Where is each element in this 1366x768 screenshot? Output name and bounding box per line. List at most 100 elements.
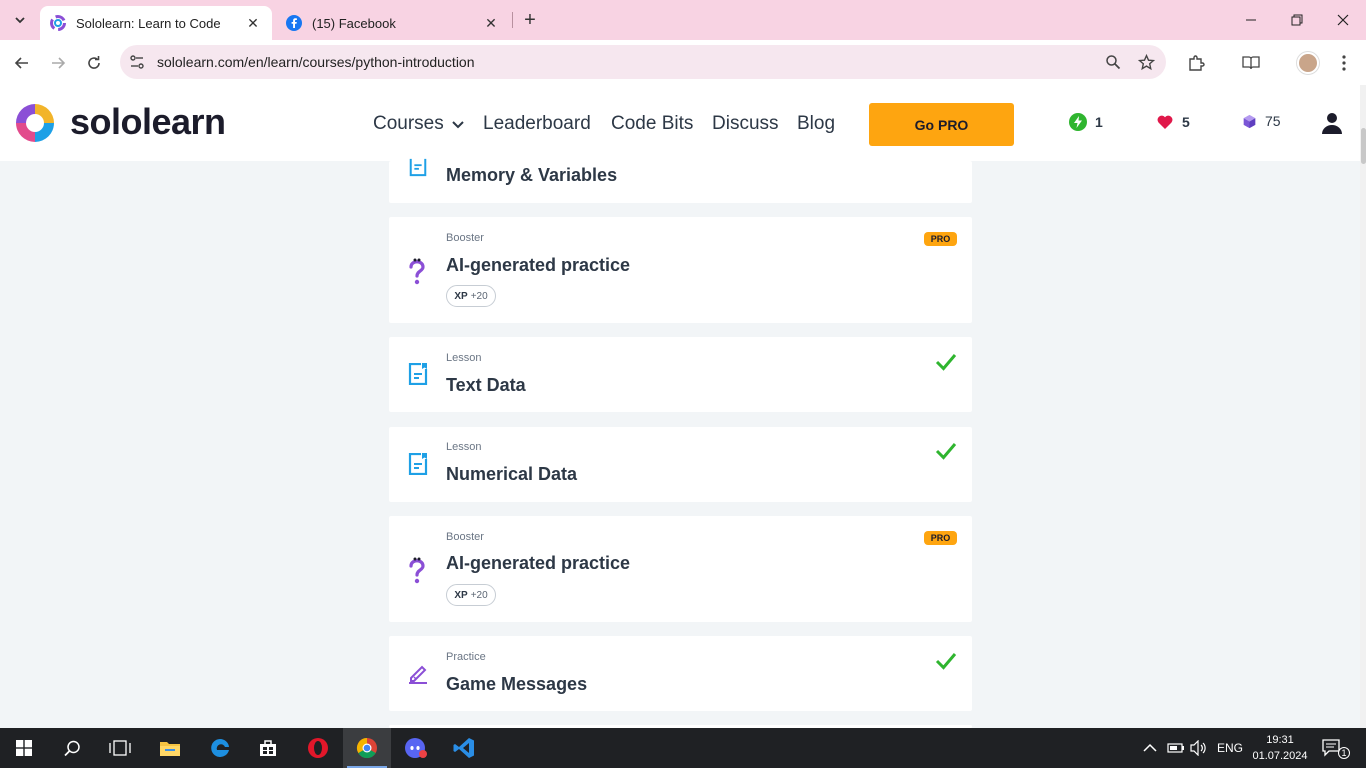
new-tab-button[interactable]: + [518,8,542,32]
search-icon [63,740,80,756]
restore-button[interactable] [1274,0,1320,40]
card-title: Text Data [446,375,526,395]
bits-cube-icon [1243,114,1256,128]
hearts-counter[interactable]: 5 [1156,113,1190,131]
close-window-button[interactable] [1320,0,1366,40]
close-tab-icon[interactable]: ✕ [244,15,262,32]
taskbar-search-button[interactable] [48,728,96,768]
pencil-practice-icon [409,665,427,684]
heart-icon [1157,115,1173,129]
nav-leaderboard[interactable]: Leaderboard [483,113,591,135]
nav-discuss[interactable]: Discuss [712,113,779,135]
booster-icon [409,557,425,584]
nav-courses-label: Courses [373,113,444,134]
bits-counter[interactable]: 75 [1242,113,1281,129]
close-icon [1337,14,1349,26]
minimize-button[interactable] [1228,0,1274,40]
windows-taskbar: ENG 19:31 01.07.2024 1 [0,728,1366,768]
scrollbar-thumb[interactable] [1361,128,1366,164]
logo-text[interactable]: sololearn [70,101,226,143]
site-settings-icon[interactable] [128,53,146,71]
profile-avatar[interactable] [1297,52,1319,74]
card-title: Memory & Variables [446,165,618,185]
folder-icon [160,742,180,756]
tab-sololearn[interactable]: Sololearn: Learn to Code ✕ [40,6,272,40]
lesson-card[interactable]: Lesson Numerical Data [389,427,972,502]
xp-label: XP [454,589,468,601]
minimize-icon [1246,19,1256,21]
address-bar[interactable]: sololearn.com/en/learn/courses/python-in… [120,45,1166,79]
tab-search-button[interactable] [6,6,34,34]
battery-indicator[interactable] [1167,728,1185,768]
facebook-favicon-icon [286,15,302,31]
xp-badge: XP +20 [446,285,496,307]
pro-badge: PRO [924,232,957,246]
browser-tab-bar: Sololearn: Learn to Code ✕ (15) Facebook… [0,0,1366,40]
taskbar-file-explorer[interactable] [146,728,194,768]
card-kind: Booster [446,531,484,543]
clock-time: 19:31 [1266,734,1294,746]
taskbar-edge[interactable] [196,728,244,768]
nav-code-bits[interactable]: Code Bits [611,113,693,135]
taskbar-discord[interactable] [392,728,440,768]
reading-list-icon [1242,56,1260,70]
lesson-icon [408,453,428,475]
tab-facebook[interactable]: (15) Facebook ✕ [276,6,510,40]
taskbar-vscode[interactable] [440,728,488,768]
check-icon [935,653,957,670]
tab-separator [512,12,513,28]
language-indicator[interactable]: ENG [1217,728,1243,768]
check-icon [935,354,957,371]
taskbar-opera[interactable] [294,728,342,768]
xp-label: XP [454,290,468,302]
volume-indicator[interactable] [1190,728,1208,768]
reading-list-button[interactable] [1240,52,1262,74]
task-view-button[interactable] [96,728,144,768]
zoom-button[interactable] [1103,52,1123,72]
notification-count: 1 [1338,747,1350,759]
start-button[interactable] [0,728,48,768]
page-scrollbar[interactable] [1360,85,1366,728]
streak-counter[interactable]: 1 [1069,113,1103,131]
taskbar-clock[interactable]: 19:31 01.07.2024 [1248,732,1312,764]
pro-badge: PRO [924,531,957,545]
card-kind: Lesson [446,352,482,364]
card-title: AI-generated practice [446,255,631,275]
nav-courses[interactable]: Courses [373,113,465,135]
hearts-value: 5 [1182,114,1190,130]
bookmark-button[interactable] [1136,52,1156,72]
chevron-down-icon [452,121,464,129]
booster-icon [409,258,425,285]
close-tab-icon[interactable]: ✕ [482,15,500,32]
edge-icon [211,738,229,757]
back-button[interactable] [7,48,37,78]
nav-blog[interactable]: Blog [797,113,835,135]
lightning-icon [1069,113,1087,131]
browser-menu-button[interactable] [1333,52,1355,74]
booster-card[interactable]: Booster PRO AI-generated practice XP +20 [389,217,972,323]
restore-icon [1291,14,1303,26]
card-kind: Practice [446,651,486,663]
booster-card[interactable]: Booster PRO AI-generated practice XP +20 [389,516,972,622]
extensions-button[interactable] [1185,52,1207,74]
forward-button[interactable] [43,48,73,78]
arrow-left-icon [14,57,28,69]
go-pro-button[interactable]: Go PRO [869,103,1014,146]
vscode-icon [453,738,474,758]
reload-button[interactable] [79,48,109,78]
sololearn-logo-icon[interactable] [13,101,57,145]
lesson-card[interactable]: Lesson Text Data [389,337,972,412]
action-center-button[interactable]: 1 [1322,728,1350,768]
lesson-card[interactable]: Memory & Variables [389,158,972,203]
taskbar-store[interactable] [244,728,292,768]
show-hidden-icons[interactable] [1143,728,1157,768]
chevron-down-icon [15,17,25,24]
card-title: AI-generated practice [446,553,631,573]
reload-icon [88,56,100,69]
zoom-icon [1106,55,1121,70]
windows-logo-icon [16,740,32,756]
practice-card[interactable]: Practice Game Messages [389,636,972,711]
user-profile-icon[interactable] [1320,111,1344,135]
taskbar-chrome[interactable] [343,728,391,768]
xp-badge: XP +20 [446,584,496,606]
